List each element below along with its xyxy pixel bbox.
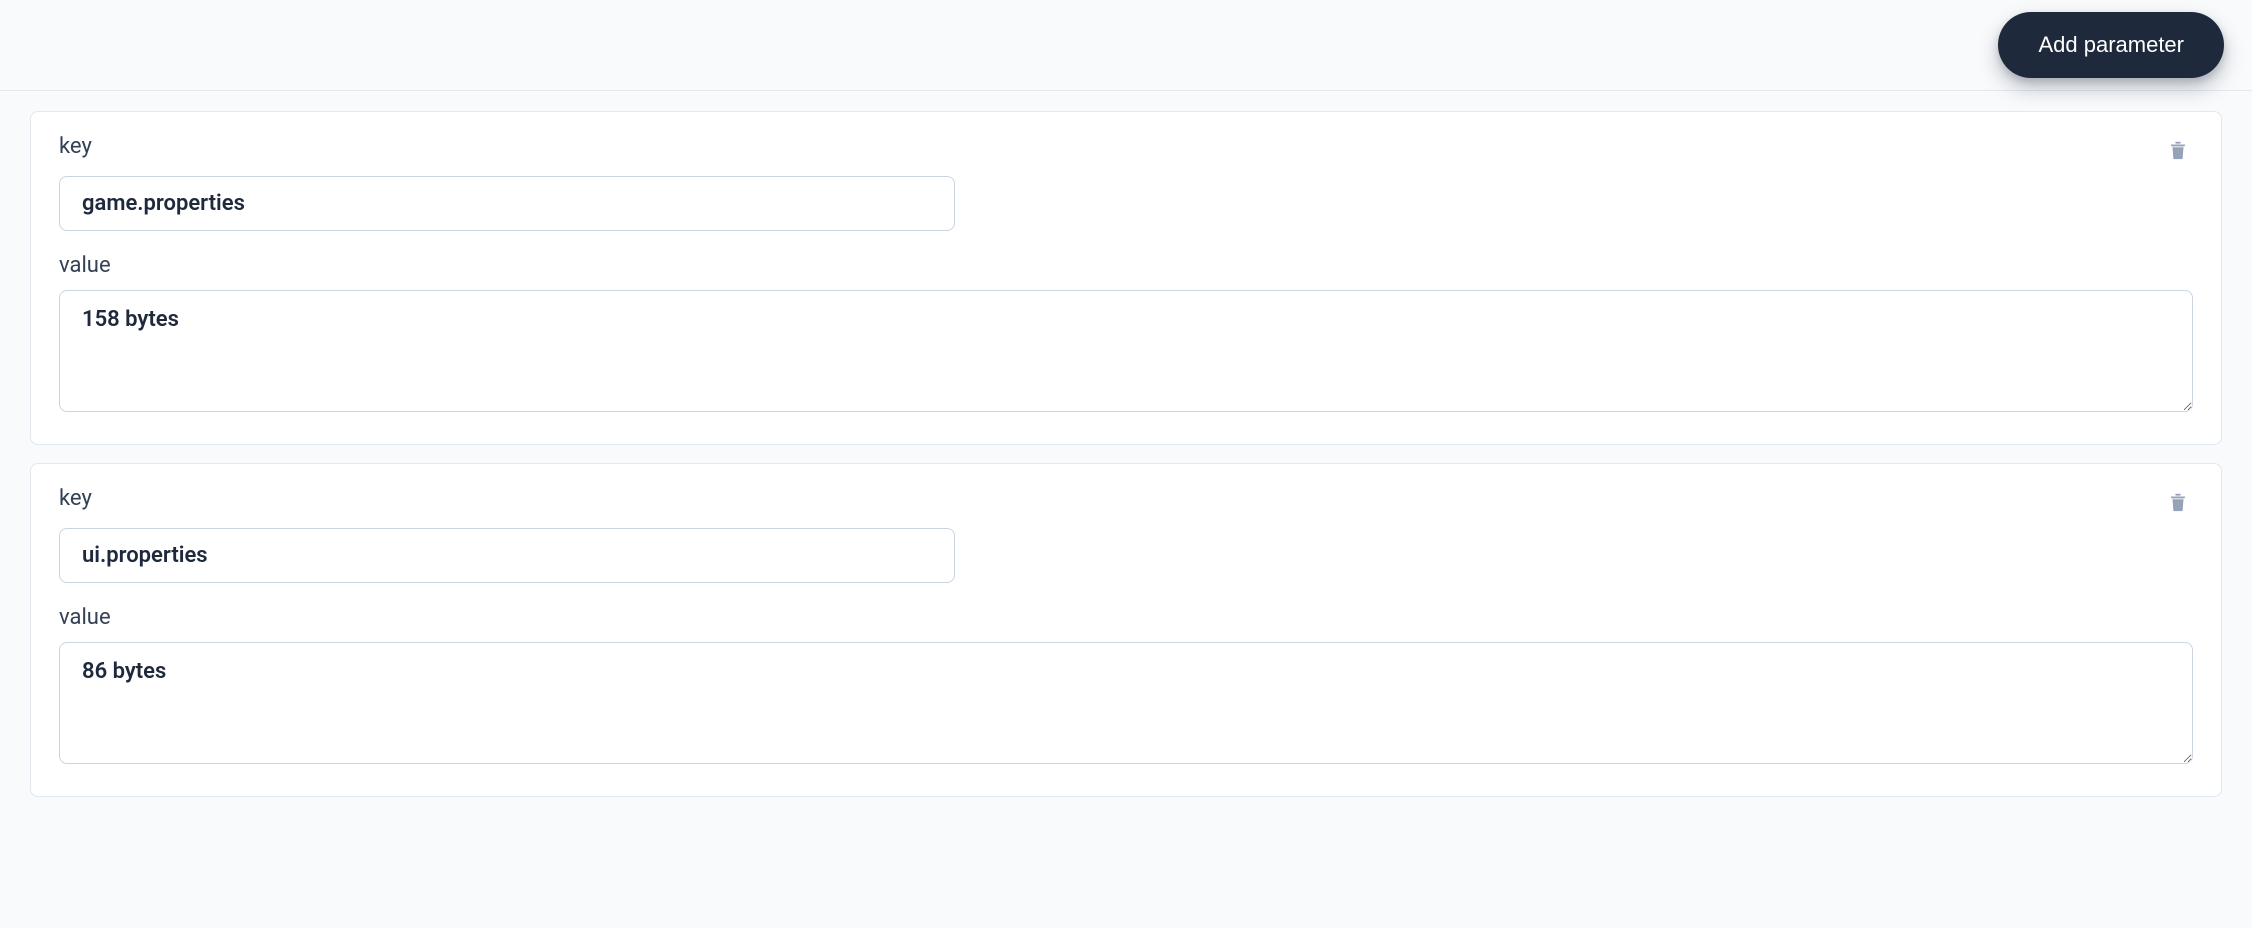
delete-parameter-button[interactable] — [2163, 486, 2193, 518]
value-section: value — [59, 605, 2193, 768]
parameter-card: key value — [30, 463, 2222, 797]
value-label: value — [59, 253, 2193, 278]
value-section: value — [59, 253, 2193, 416]
key-label: key — [59, 486, 92, 511]
trash-icon — [2167, 138, 2189, 162]
value-label: value — [59, 605, 2193, 630]
key-label: key — [59, 134, 92, 159]
header-toolbar: Add parameter — [0, 0, 2252, 91]
add-parameter-button[interactable]: Add parameter — [1998, 12, 2224, 78]
card-header: key — [59, 134, 2193, 166]
value-textarea[interactable] — [59, 642, 2193, 764]
delete-parameter-button[interactable] — [2163, 134, 2193, 166]
parameter-card: key value — [30, 111, 2222, 445]
value-textarea[interactable] — [59, 290, 2193, 412]
key-input[interactable] — [59, 176, 955, 231]
card-header: key — [59, 486, 2193, 518]
key-input[interactable] — [59, 528, 955, 583]
trash-icon — [2167, 490, 2189, 514]
parameters-list: key value key val — [0, 91, 2252, 817]
